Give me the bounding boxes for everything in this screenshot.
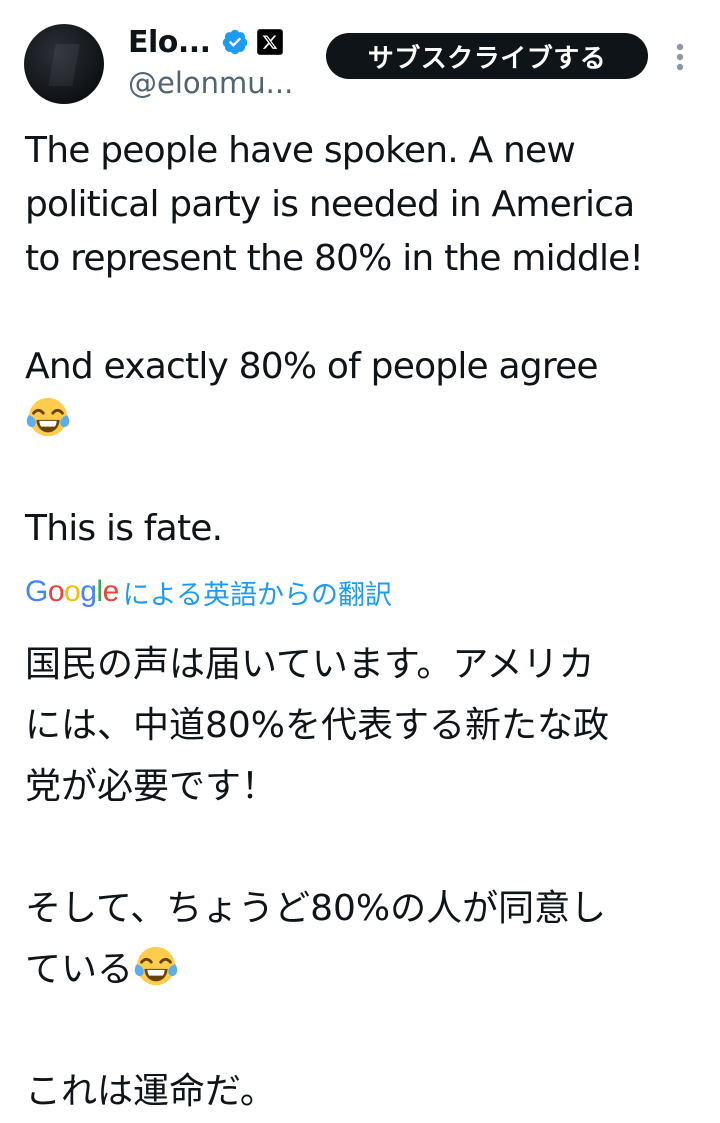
tweet-emoji-line — [25, 394, 705, 448]
translated-line: 国民の声は届いています。アメリカ — [25, 644, 595, 685]
tears-of-joy-emoji-icon — [26, 397, 70, 437]
tweet-line: This is fate. — [25, 508, 223, 549]
translation-label: による英語からの翻訳 — [122, 579, 392, 611]
author-handle[interactable]: @elonmu... — [128, 66, 293, 100]
author-name-row: Elo... — [128, 22, 283, 62]
translated-line-with-emoji: ている — [25, 939, 705, 1000]
translated-line: これは運命だ。 — [25, 1071, 276, 1112]
translated-text: 国民の声は届いています。アメリカ には、中道80%を代表する新たな政 党が必要で… — [25, 634, 705, 1122]
translated-line: 党が必要です！ — [25, 766, 278, 807]
translated-line: そして、ちょうど80%の人が同意し — [25, 888, 607, 929]
translated-blank-line — [25, 817, 705, 878]
translation-attribution[interactable]: Google による英語からの翻訳 — [25, 572, 392, 612]
tweet-blank-line — [25, 286, 705, 340]
author-display-name[interactable]: Elo... — [128, 25, 211, 60]
verified-badge-icon — [222, 29, 247, 55]
x-logo-icon[interactable] — [256, 29, 283, 55]
more-vertical-icon[interactable] — [670, 40, 690, 74]
translated-blank-line — [25, 1000, 705, 1061]
google-logo: Google — [25, 575, 119, 608]
tears-of-joy-emoji-icon — [134, 946, 178, 986]
tweet-text: The people have spoken. A new political … — [25, 124, 705, 556]
tweet-line: political party is needed in America — [25, 184, 635, 225]
avatar[interactable] — [24, 24, 104, 104]
translated-line: には、中道80%を代表する新たな政 — [25, 705, 610, 746]
translated-line: ている — [25, 949, 134, 990]
tweet-line: to represent the 80% in the middle! — [25, 238, 644, 279]
tweet-line: The people have spoken. A new — [25, 130, 576, 171]
tweet-line: And exactly 80% of people agree — [25, 346, 599, 387]
tweet-blank-line — [25, 448, 705, 502]
subscribe-button[interactable]: サブスクライブする — [326, 33, 648, 79]
